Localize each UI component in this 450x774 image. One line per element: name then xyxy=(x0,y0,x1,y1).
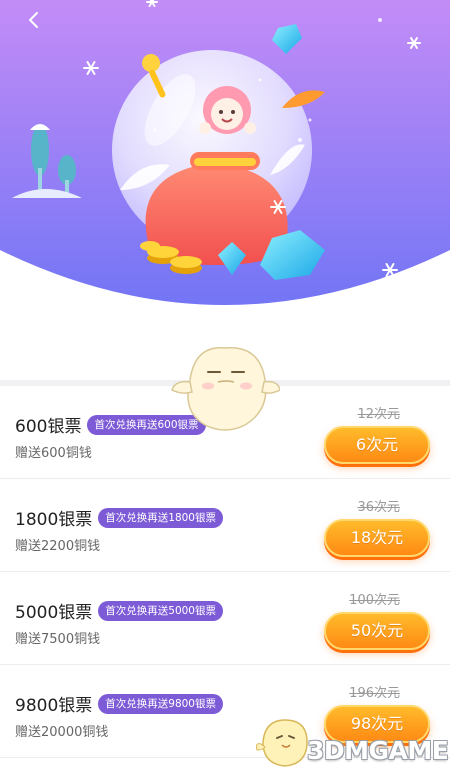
original-price: 12次元 xyxy=(357,407,400,422)
first-purchase-badge: 首次兑换再送9800银票 xyxy=(98,693,223,714)
package-amount: 9800银票 xyxy=(15,696,93,716)
original-price: 196次元 xyxy=(349,686,400,701)
watermark: 3DMGAME xyxy=(255,712,449,770)
first-purchase-badge: 首次兑换再送5000银票 xyxy=(98,600,223,621)
hero-illustration xyxy=(0,0,450,320)
mascot-icon xyxy=(171,347,280,431)
bonus-text: 赠送7500铜钱 xyxy=(15,632,101,647)
hero-banner xyxy=(0,0,450,320)
buy-button[interactable]: 50次元 xyxy=(324,612,430,650)
watermark-text: 3DMGAME xyxy=(307,736,449,765)
package-amount: 600银票 xyxy=(15,417,82,437)
buy-button[interactable]: 18次元 xyxy=(324,519,430,557)
buy-button[interactable]: 6次元 xyxy=(324,426,430,464)
package-amount: 1800银票 xyxy=(15,510,93,530)
chevron-left-icon[interactable] xyxy=(22,8,46,32)
bonus-text: 赠送20000铜钱 xyxy=(15,725,109,740)
first-purchase-badge: 首次兑换再送1800银票 xyxy=(98,507,223,528)
package-list: 600银票 首次兑换再送600银票 赠送600铜钱 12次元 6次元 1800银票… xyxy=(0,386,450,758)
list-item: 5000银票 首次兑换再送5000银票 赠送7500铜钱 100次元 50次元 xyxy=(0,572,450,665)
original-price: 100次元 xyxy=(349,593,400,608)
bonus-text: 赠送600铜钱 xyxy=(15,446,92,461)
package-amount: 5000银票 xyxy=(15,603,93,623)
original-price: 36次元 xyxy=(357,500,400,515)
list-item: 1800银票 首次兑换再送1800银票 赠送2200铜钱 36次元 18次元 xyxy=(0,479,450,572)
bonus-text: 赠送2200铜钱 xyxy=(15,539,101,554)
watermark-mascot-icon xyxy=(256,719,308,767)
